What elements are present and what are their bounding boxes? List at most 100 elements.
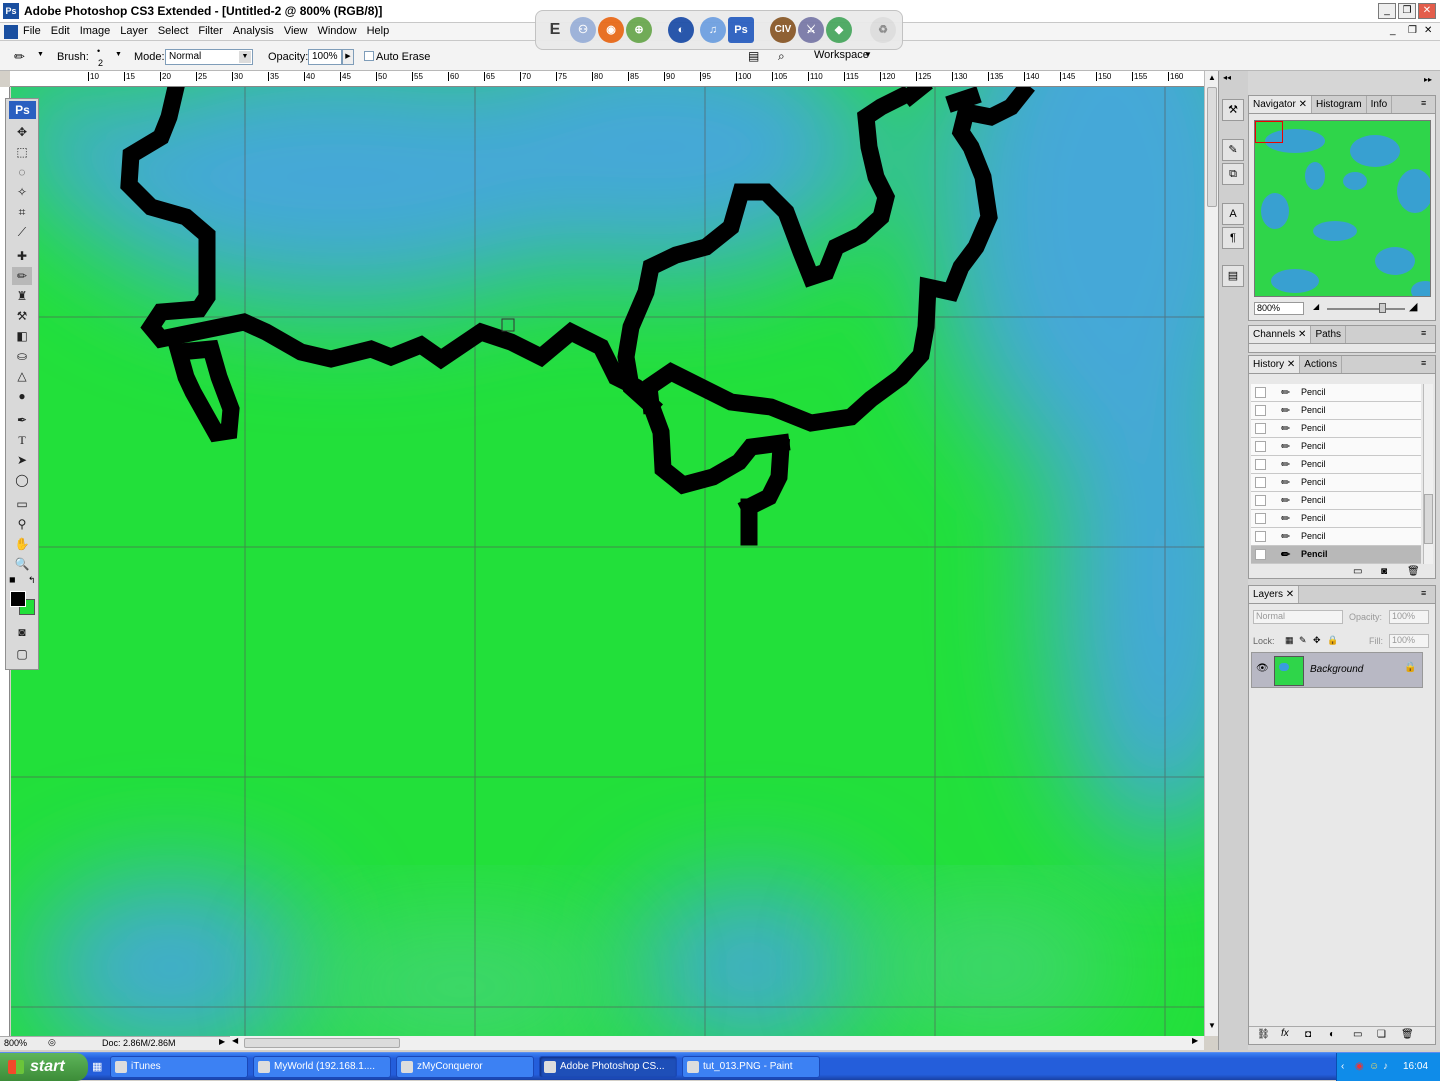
civ-icon[interactable]: CIV (770, 17, 796, 43)
brush-size[interactable]: 2 (98, 58, 103, 68)
delete-layer-icon[interactable]: 🗑 (1401, 1029, 1414, 1040)
menu-item-layer[interactable]: Layer (115, 23, 153, 40)
firefox-icon[interactable]: ◉ (598, 17, 624, 43)
navigator-view-box[interactable] (1255, 121, 1283, 143)
pencil-tool-active-icon[interactable]: ✏ (12, 267, 32, 285)
history-checkbox[interactable] (1255, 423, 1266, 434)
doc-close-icon[interactable]: ✕ (1424, 25, 1432, 36)
paint-bucket-tool-icon[interactable]: ⛀ (12, 347, 32, 365)
slice-tool-icon[interactable]: ⟋ (12, 223, 32, 241)
pen-tool-icon[interactable]: ✒ (12, 411, 32, 429)
menu-item-filter[interactable]: Filter (193, 23, 227, 40)
lock-pixels-icon[interactable]: ✎ (1299, 635, 1307, 646)
tab-paths[interactable]: Paths (1311, 326, 1347, 343)
history-state[interactable]: ✏ Pencil (1251, 546, 1421, 564)
paragraph-icon[interactable]: ¶ (1222, 227, 1244, 249)
scroll-left-icon[interactable]: ◀ (232, 1036, 238, 1045)
history-state[interactable]: ✏ Pencil (1251, 438, 1421, 456)
menu-item-view[interactable]: View (279, 23, 313, 40)
scroll-right-icon[interactable]: ▶ (1192, 1036, 1198, 1045)
history-state[interactable]: ✏ Pencil (1251, 492, 1421, 510)
brush-chevron-icon[interactable]: ▼ (115, 51, 122, 58)
tab-actions[interactable]: Actions (1300, 356, 1343, 373)
eraser-tool-icon[interactable]: ◧ (12, 327, 32, 345)
lock-transparent-icon[interactable]: ▦ (1285, 635, 1294, 646)
channels-menu-icon[interactable]: ≡ (1421, 328, 1426, 338)
tab-histogram[interactable]: Histogram (1312, 96, 1367, 113)
path-select-tool-icon[interactable]: ➤ (12, 451, 32, 469)
layer-name[interactable]: Background (1310, 664, 1363, 675)
blend-mode-select[interactable]: Normal (1253, 610, 1343, 624)
marquee-tool-icon[interactable]: ⬚ (12, 143, 32, 161)
globe-icon[interactable]: ⊕ (626, 17, 652, 43)
history-checkbox[interactable] (1255, 387, 1266, 398)
history-state[interactable]: ✏ Pencil (1251, 384, 1421, 402)
restore-button[interactable]: ❐ (1398, 3, 1416, 19)
menu-item-edit[interactable]: Edit (46, 23, 75, 40)
menu-item-file[interactable]: File (18, 23, 46, 40)
game-icon[interactable]: ⚔ (798, 17, 824, 43)
history-state[interactable]: ✏ Pencil (1251, 420, 1421, 438)
menu-item-analysis[interactable]: Analysis (228, 23, 279, 40)
link-layers-icon[interactable]: ⛓ (1257, 1029, 1270, 1040)
blur-tool-icon[interactable]: △ (12, 367, 32, 385)
move-tool-icon[interactable]: ✥ (12, 123, 32, 141)
menu-item-image[interactable]: Image (75, 23, 116, 40)
taskbar-button[interactable]: tut_013.PNG - Paint (682, 1056, 820, 1078)
close-tab-icon[interactable]: ✕ (1296, 99, 1307, 110)
vertical-scrollbar[interactable]: ▲ ▼ (1204, 71, 1218, 1036)
history-scroll-thumb[interactable] (1424, 494, 1433, 544)
security-tray-icon[interactable]: ◉ (1355, 1053, 1364, 1081)
doc-restore-icon[interactable]: ❐ (1408, 25, 1417, 36)
history-checkbox[interactable] (1255, 495, 1266, 506)
tab-layers[interactable]: Layers ✕ (1249, 586, 1300, 603)
clone-source-icon[interactable]: ⧉ (1222, 163, 1244, 185)
history-state[interactable]: ✏ Pencil (1251, 402, 1421, 420)
tool-preset-chevron-icon[interactable]: ▼ (37, 51, 44, 58)
earth-icon[interactable]: ◐ (668, 17, 694, 43)
history-checkbox[interactable] (1255, 459, 1266, 470)
new-document-from-state-icon[interactable]: ▭ (1353, 566, 1362, 577)
dodge-tool-icon[interactable]: ● (12, 387, 32, 405)
taskbar-button[interactable]: MyWorld (192.168.1.... (253, 1056, 391, 1078)
history-state[interactable]: ✏ Pencil (1251, 474, 1421, 492)
stamp-tool-icon[interactable]: ♜ (12, 287, 32, 305)
zoom-out-icon[interactable]: ◢ (1313, 302, 1319, 311)
chevron-down-icon[interactable]: ▼ (239, 51, 251, 63)
new-snapshot-icon[interactable]: ◙ (1381, 566, 1387, 577)
history-checkbox[interactable] (1255, 531, 1266, 542)
lock-all-icon[interactable]: 🔒 (1327, 635, 1338, 646)
adjustment-layer-icon[interactable]: ◐ (1329, 1029, 1335, 1040)
history-state[interactable]: ✏ Pencil (1251, 456, 1421, 474)
workspace-menu[interactable]: Workspace (814, 49, 869, 61)
photoshop-icon[interactable]: Ps (728, 17, 754, 43)
character-icon[interactable]: A (1222, 203, 1244, 225)
history-state[interactable]: ✏ Pencil (1251, 528, 1421, 546)
messenger-tray-icon[interactable]: ☺ (1369, 1053, 1379, 1081)
zoom-slider[interactable] (1327, 308, 1405, 310)
ruler-top[interactable]: 10 15 20 25 30 35 40 45 50 55 60 65 70 75 80 85 90 95 100 1… (10, 71, 1204, 87)
lasso-tool-icon[interactable]: ◌ (12, 163, 32, 181)
notes-tool-icon[interactable]: ▭ (12, 495, 32, 513)
status-icon[interactable]: ◎ (48, 1037, 56, 1048)
opacity-field[interactable]: 100% (308, 49, 342, 65)
volume-tray-icon[interactable]: ♪ (1383, 1053, 1388, 1081)
palette-well-icon[interactable]: ▤ (748, 49, 759, 63)
document-icon[interactable] (4, 25, 18, 39)
history-brush-tool-icon[interactable]: ⚒ (12, 307, 32, 325)
ps-icon[interactable]: Ps (3, 3, 19, 19)
itunes-icon[interactable]: ♫ (700, 17, 726, 43)
show-desktop-icon[interactable]: ▦ (92, 1060, 102, 1073)
tray-expand-icon[interactable]: ‹ (1341, 1053, 1344, 1081)
close-tab-icon[interactable]: ✕ (1284, 359, 1295, 370)
zoom-in-icon[interactable]: ◢ (1409, 300, 1417, 313)
doc-minimize-icon[interactable]: _ (1390, 25, 1396, 36)
zoom-slider-thumb[interactable] (1379, 303, 1386, 313)
mode-select[interactable]: Normal ▼ (165, 49, 253, 65)
history-scrollbar[interactable] (1423, 384, 1433, 564)
taskbar-button[interactable]: Adobe Photoshop CS... (539, 1056, 677, 1078)
lock-position-icon[interactable]: ✥ (1313, 635, 1321, 646)
crop-tool-icon[interactable]: ⌗ (12, 203, 32, 221)
fill-field[interactable]: 100% (1389, 634, 1429, 648)
canvas-image[interactable] (11, 87, 1204, 1036)
